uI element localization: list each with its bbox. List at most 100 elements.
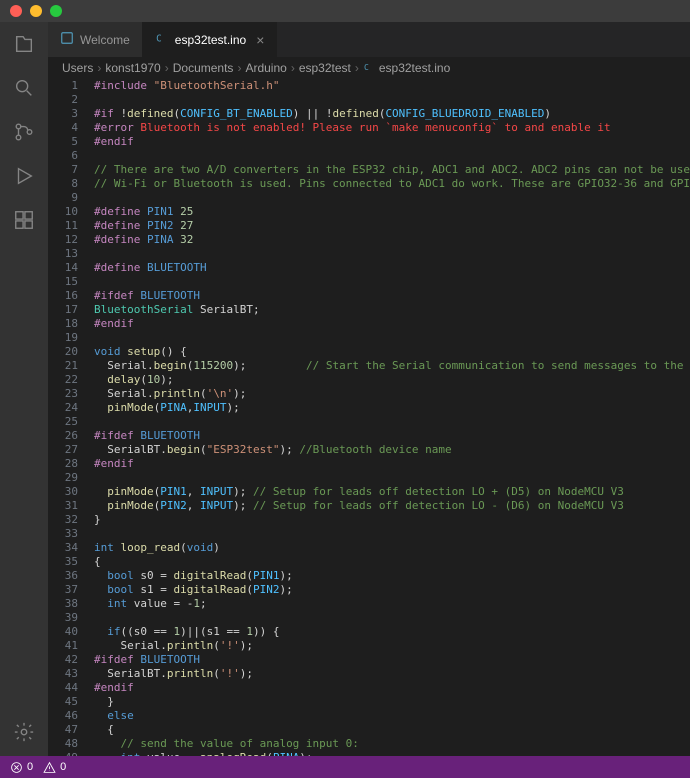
code-content[interactable]: }	[94, 695, 114, 709]
code-line[interactable]: 3#if !defined(CONFIG_BT_ENABLED) || !def…	[48, 107, 690, 121]
status-warnings[interactable]: 0	[43, 761, 66, 774]
code-content[interactable]: #endif	[94, 457, 134, 471]
code-line[interactable]: 21 Serial.begin(115200); // Start the Se…	[48, 359, 690, 373]
code-content[interactable]: #ifdef BLUETOOTH	[94, 289, 200, 303]
code-line[interactable]: 31 pinMode(PIN2, INPUT); // Setup for le…	[48, 499, 690, 513]
code-line[interactable]: 46 else	[48, 709, 690, 723]
code-content[interactable]: bool s1 = digitalRead(PIN2);	[94, 583, 293, 597]
code-line[interactable]: 41 Serial.println('!');	[48, 639, 690, 653]
search-icon[interactable]	[12, 76, 36, 100]
explorer-icon[interactable]	[12, 32, 36, 56]
code-content[interactable]: #include "BluetoothSerial.h"	[94, 79, 279, 93]
status-errors[interactable]: 0	[10, 761, 33, 774]
code-content[interactable]: // send the value of analog input 0:	[94, 737, 359, 751]
code-line[interactable]: 12#define PINA 32	[48, 233, 690, 247]
code-line[interactable]: 15	[48, 275, 690, 289]
code-line[interactable]: 16#ifdef BLUETOOTH	[48, 289, 690, 303]
code-content[interactable]: pinMode(PIN1, INPUT); // Setup for leads…	[94, 485, 624, 499]
code-line[interactable]: 1#include "BluetoothSerial.h"	[48, 79, 690, 93]
code-content[interactable]: int value = -1;	[94, 597, 207, 611]
code-content[interactable]: #endif	[94, 681, 134, 695]
code-line[interactable]: 2	[48, 93, 690, 107]
code-line[interactable]: 43 SerialBT.println('!');	[48, 667, 690, 681]
code-line[interactable]: 45 }	[48, 695, 690, 709]
code-line[interactable]: 19	[48, 331, 690, 345]
code-line[interactable]: 4#error Bluetooth is not enabled! Please…	[48, 121, 690, 135]
window-close-button[interactable]	[10, 5, 22, 17]
code-line[interactable]: 27 SerialBT.begin("ESP32test"); //Blueto…	[48, 443, 690, 457]
code-content[interactable]: // Wi-Fi or Bluetooth is used. Pins conn…	[94, 177, 690, 191]
code-content[interactable]: Serial.begin(115200); // Start the Seria…	[94, 359, 690, 373]
code-content[interactable]: if((s0 == 1)||(s1 == 1)) {	[94, 625, 279, 639]
code-line[interactable]: 26#ifdef BLUETOOTH	[48, 429, 690, 443]
code-content[interactable]: #define PINA 32	[94, 233, 193, 247]
code-content[interactable]: pinMode(PINA,INPUT);	[94, 401, 240, 415]
code-line[interactable]: 42#ifdef BLUETOOTH	[48, 653, 690, 667]
code-content[interactable]: #define BLUETOOTH	[94, 261, 207, 275]
code-line[interactable]: 8// Wi-Fi or Bluetooth is used. Pins con…	[48, 177, 690, 191]
window-minimize-button[interactable]	[30, 5, 42, 17]
code-line[interactable]: 14#define BLUETOOTH	[48, 261, 690, 275]
code-line[interactable]: 38 int value = -1;	[48, 597, 690, 611]
close-tab-icon[interactable]: ×	[256, 32, 264, 48]
code-content[interactable]: bool s0 = digitalRead(PIN1);	[94, 569, 293, 583]
breadcrumb-item[interactable]: Documents	[173, 61, 234, 75]
code-line[interactable]: 25	[48, 415, 690, 429]
breadcrumb[interactable]: Users›konst1970›Documents›Arduino›esp32t…	[48, 57, 690, 79]
code-line[interactable]: 40 if((s0 == 1)||(s1 == 1)) {	[48, 625, 690, 639]
code-content[interactable]: #error Bluetooth is not enabled! Please …	[94, 121, 611, 135]
code-content[interactable]: Serial.println('\n');	[94, 387, 246, 401]
breadcrumb-item[interactable]: Arduino	[245, 61, 286, 75]
code-line[interactable]: 32}	[48, 513, 690, 527]
code-editor[interactable]: 1#include "BluetoothSerial.h"23#if !defi…	[48, 79, 690, 756]
breadcrumb-item[interactable]: konst1970	[105, 61, 160, 75]
code-line[interactable]: 44#endif	[48, 681, 690, 695]
code-line[interactable]: 28#endif	[48, 457, 690, 471]
code-line[interactable]: 33	[48, 527, 690, 541]
run-debug-icon[interactable]	[12, 164, 36, 188]
code-line[interactable]: 48 // send the value of analog input 0:	[48, 737, 690, 751]
code-line[interactable]: 11#define PIN2 27	[48, 219, 690, 233]
code-line[interactable]: 23 Serial.println('\n');	[48, 387, 690, 401]
code-line[interactable]: 10#define PIN1 25	[48, 205, 690, 219]
code-line[interactable]: 20void setup() {	[48, 345, 690, 359]
tab-esp32test-ino[interactable]: Cesp32test.ino×	[143, 22, 278, 57]
code-line[interactable]: 7// There are two A/D converters in the …	[48, 163, 690, 177]
code-line[interactable]: 6	[48, 149, 690, 163]
code-content[interactable]: delay(10);	[94, 373, 174, 387]
code-line[interactable]: 13	[48, 247, 690, 261]
code-line[interactable]: 36 bool s0 = digitalRead(PIN1);	[48, 569, 690, 583]
settings-gear-icon[interactable]	[12, 720, 36, 744]
window-maximize-button[interactable]	[50, 5, 62, 17]
code-line[interactable]: 29	[48, 471, 690, 485]
code-line[interactable]: 18#endif	[48, 317, 690, 331]
code-content[interactable]: SerialBT.begin("ESP32test"); //Bluetooth…	[94, 443, 452, 457]
code-line[interactable]: 34int loop_read(void)	[48, 541, 690, 555]
code-content[interactable]: int loop_read(void)	[94, 541, 220, 555]
code-content[interactable]: }	[94, 513, 101, 527]
code-content[interactable]: SerialBT.println('!');	[94, 667, 253, 681]
code-line[interactable]: 37 bool s1 = digitalRead(PIN2);	[48, 583, 690, 597]
code-line[interactable]: 47 {	[48, 723, 690, 737]
breadcrumb-item[interactable]: Users	[62, 61, 93, 75]
code-content[interactable]: {	[94, 723, 114, 737]
code-line[interactable]: 24 pinMode(PINA,INPUT);	[48, 401, 690, 415]
source-control-icon[interactable]	[12, 120, 36, 144]
breadcrumb-item[interactable]: Cesp32test.ino	[363, 61, 450, 76]
code-content[interactable]: // There are two A/D converters in the E…	[94, 163, 690, 177]
code-line[interactable]: 39	[48, 611, 690, 625]
code-line[interactable]: 30 pinMode(PIN1, INPUT); // Setup for le…	[48, 485, 690, 499]
code-content[interactable]: void setup() {	[94, 345, 187, 359]
extensions-icon[interactable]	[12, 208, 36, 232]
code-line[interactable]: 5#endif	[48, 135, 690, 149]
code-content[interactable]: #if !defined(CONFIG_BT_ENABLED) || !defi…	[94, 107, 551, 121]
code-line[interactable]: 17BluetoothSerial SerialBT;	[48, 303, 690, 317]
code-content[interactable]: #define PIN1 25	[94, 205, 193, 219]
code-content[interactable]: Serial.println('!');	[94, 639, 253, 653]
code-content[interactable]: #endif	[94, 135, 134, 149]
code-content[interactable]: BluetoothSerial SerialBT;	[94, 303, 260, 317]
code-line[interactable]: 22 delay(10);	[48, 373, 690, 387]
code-line[interactable]: 9	[48, 191, 690, 205]
code-content[interactable]: #ifdef BLUETOOTH	[94, 653, 200, 667]
code-line[interactable]: 35{	[48, 555, 690, 569]
